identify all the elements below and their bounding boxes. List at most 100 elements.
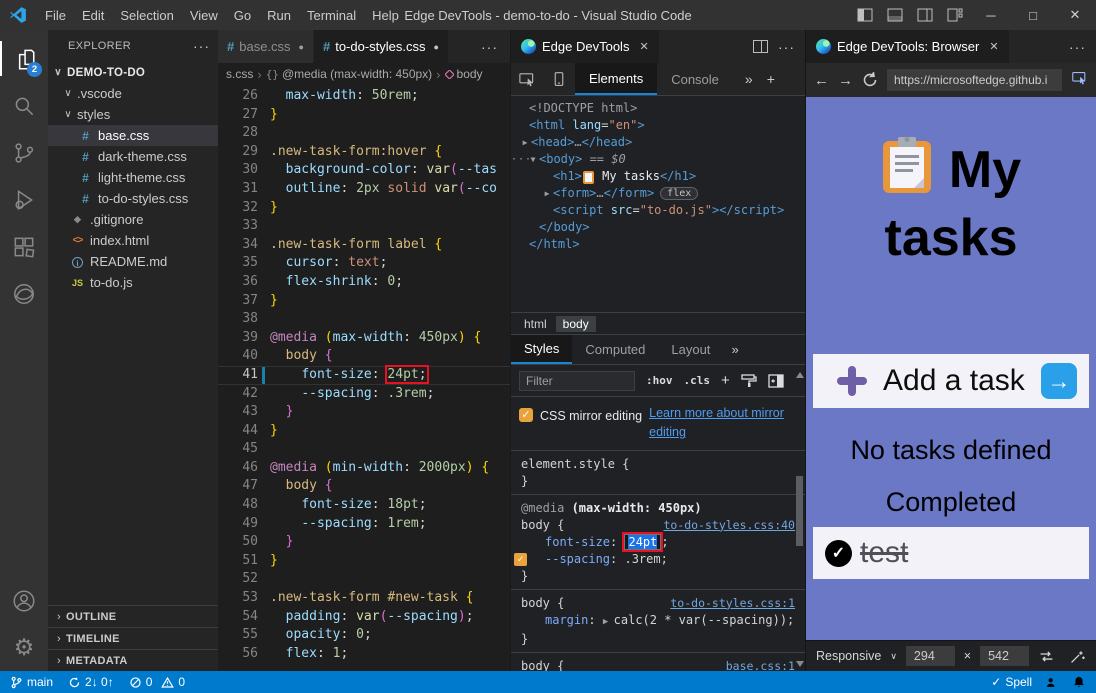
settings-gear-icon[interactable]: ⚙ <box>0 624 48 671</box>
dom-node-7[interactable]: </body> <box>511 219 805 236</box>
menu-file[interactable]: File <box>37 8 74 23</box>
url-input[interactable]: https://microsoftedge.github.i <box>887 69 1062 91</box>
devtools-more-actions-icon[interactable]: ··· <box>778 39 795 55</box>
pane-tab-computed[interactable]: Computed <box>572 335 658 364</box>
problems-indicator[interactable]: 0 0 <box>129 675 185 689</box>
notifications-bell-icon[interactable] <box>1072 675 1086 689</box>
maximize-button[interactable]: □ <box>1012 0 1054 30</box>
code-line-54[interactable]: 54 padding: var(--spacing); <box>218 608 510 627</box>
code-line-32[interactable]: 32} <box>218 199 510 218</box>
feedback-icon[interactable] <box>1045 675 1059 689</box>
close-button[interactable]: ✕ <box>1054 0 1096 30</box>
file-.vscode[interactable]: ∨.vscode <box>48 83 218 104</box>
breadcrumb-file[interactable]: s.css <box>226 67 253 81</box>
pane-tab-styles[interactable]: Styles <box>511 335 572 364</box>
more-tools-icon[interactable]: » <box>745 71 753 87</box>
code-editor[interactable]: 26 max-width: 50rem;27}2829.new-task-for… <box>218 85 510 671</box>
code-line-53[interactable]: 53.new-task-form #new-task { <box>218 589 510 608</box>
value-edit-box[interactable]: 24pt <box>624 534 661 550</box>
accounts-icon[interactable] <box>0 577 48 624</box>
code-line-36[interactable]: 36 flex-shrink: 0; <box>218 273 510 292</box>
add-task-form[interactable]: Add a task → <box>813 354 1089 408</box>
editor-tab-base.css[interactable]: #base.css● <box>218 30 314 63</box>
computed-sidebar-toggle-icon[interactable] <box>768 374 784 388</box>
task-check-icon[interactable]: ✓ <box>825 540 852 567</box>
file-dark-theme.css[interactable]: #dark-theme.css <box>48 146 218 167</box>
expand-arrow-icon[interactable]: ▼ <box>527 151 539 168</box>
inspect-icon[interactable] <box>511 63 543 95</box>
dom-node-4[interactable]: <h1> My tasks</h1> <box>511 168 805 185</box>
scroll-down-arrow-icon[interactable] <box>796 661 804 667</box>
device-width-input[interactable]: 294 <box>906 646 955 666</box>
dom-node-5[interactable]: ▶<form>…</form>flex <box>511 185 805 202</box>
code-line-41[interactable]: 41 font-size: 24pt; <box>218 366 510 385</box>
mirror-learn-more-link[interactable]: Learn more about mirror editing <box>649 404 797 443</box>
stylesheet-link[interactable]: to-do-styles.css:40 <box>663 517 795 534</box>
dom-node-6[interactable]: <script src="to-do.js"></script> <box>511 202 805 219</box>
hover-state-button[interactable]: :hov <box>646 374 673 387</box>
dom-crumb-html[interactable]: html <box>517 316 554 332</box>
stylesheet-link[interactable]: to-do-styles.css:1 <box>670 595 795 612</box>
dom-node-1[interactable]: <html lang="en"> <box>511 117 805 134</box>
scrollbar-thumb[interactable] <box>796 476 803 546</box>
panes-overflow-icon[interactable]: » <box>723 335 746 364</box>
tree-root[interactable]: ∨DEMO-TO-DO <box>48 62 218 83</box>
reload-icon[interactable] <box>862 72 878 88</box>
customize-layout-icon[interactable] <box>947 7 963 23</box>
menu-run[interactable]: Run <box>259 8 299 23</box>
extensions-icon[interactable] <box>0 223 48 270</box>
code-line-50[interactable]: 50 } <box>218 533 510 552</box>
close-tab-icon[interactable]: ✕ <box>989 40 998 53</box>
code-line-37[interactable]: 37} <box>218 292 510 311</box>
code-line-34[interactable]: 34.new-task-form label { <box>218 236 510 255</box>
code-line-26[interactable]: 26 max-width: 50rem; <box>218 87 510 106</box>
browser-inspect-icon[interactable] <box>1071 69 1088 91</box>
css-declaration[interactable]: font-size: 24pt; <box>521 534 795 551</box>
code-line-42[interactable]: 42 --spacing: .3rem; <box>218 385 510 404</box>
editor-tab-to-do-styles.css[interactable]: #to-do-styles.css● <box>314 30 449 63</box>
file-.gitignore[interactable]: ◆.gitignore <box>48 209 218 230</box>
menu-help[interactable]: Help <box>364 8 407 23</box>
edge-devtools-activity-icon[interactable] <box>0 270 48 317</box>
code-line-48[interactable]: 48 font-size: 18pt; <box>218 496 510 515</box>
code-line-46[interactable]: 46@media (min-width: 2000px) { <box>218 459 510 478</box>
menu-selection[interactable]: Selection <box>112 8 181 23</box>
code-line-29[interactable]: 29.new-task-form:hover { <box>218 143 510 162</box>
section-metadata[interactable]: ›METADATA <box>48 649 218 671</box>
code-line-35[interactable]: 35 cursor: text; <box>218 254 510 273</box>
style-rules-list[interactable]: element.style {}@media (max-width: 450px… <box>511 451 805 671</box>
run-debug-icon[interactable] <box>0 176 48 223</box>
stylesheet-link[interactable]: base.css:1 <box>726 658 795 671</box>
spell-indicator[interactable]: ✓ Spell <box>991 675 1032 689</box>
file-to-do.js[interactable]: JSto-do.js <box>48 272 218 293</box>
section-timeline[interactable]: ›TIMELINE <box>48 627 218 649</box>
rotate-icon[interactable] <box>1038 648 1055 665</box>
property-checkbox[interactable]: ✓ <box>514 553 527 566</box>
dom-node-0[interactable]: <!DOCTYPE html> <box>511 100 805 117</box>
file-styles[interactable]: ∨styles <box>48 104 218 125</box>
breadcrumb-symbol[interactable]: body <box>457 67 483 81</box>
completed-task-item[interactable]: ✓ test <box>813 527 1089 579</box>
code-line-44[interactable]: 44} <box>218 422 510 441</box>
code-line-45[interactable]: 45 <box>218 440 510 459</box>
menu-view[interactable]: View <box>182 8 226 23</box>
section-outline[interactable]: ›OUTLINE <box>48 605 218 627</box>
device-height-input[interactable]: 542 <box>980 646 1029 666</box>
menu-terminal[interactable]: Terminal <box>299 8 364 23</box>
code-line-49[interactable]: 49 --spacing: 1rem; <box>218 515 510 534</box>
flex-badge[interactable]: flex <box>660 187 698 200</box>
new-tool-tab-icon[interactable]: + <box>767 71 775 87</box>
code-line-27[interactable]: 27} <box>218 106 510 125</box>
code-line-52[interactable]: 52 <box>218 570 510 589</box>
branch-indicator[interactable]: main <box>10 675 53 689</box>
code-line-30[interactable]: 30 background-color: var(--tas <box>218 161 510 180</box>
pane-tab-layout[interactable]: Layout <box>658 335 723 364</box>
split-editor-icon[interactable] <box>753 40 768 53</box>
minimize-button[interactable]: ─ <box>970 0 1012 30</box>
scroll-up-arrow-icon[interactable] <box>796 372 804 378</box>
toggle-panel-icon[interactable] <box>887 7 903 23</box>
code-line-55[interactable]: 55 opacity: 0; <box>218 626 510 645</box>
file-to-do-styles.css[interactable]: #to-do-styles.css <box>48 188 218 209</box>
file-README.md[interactable]: iREADME.md <box>48 251 218 272</box>
back-icon[interactable]: ← <box>814 72 829 89</box>
